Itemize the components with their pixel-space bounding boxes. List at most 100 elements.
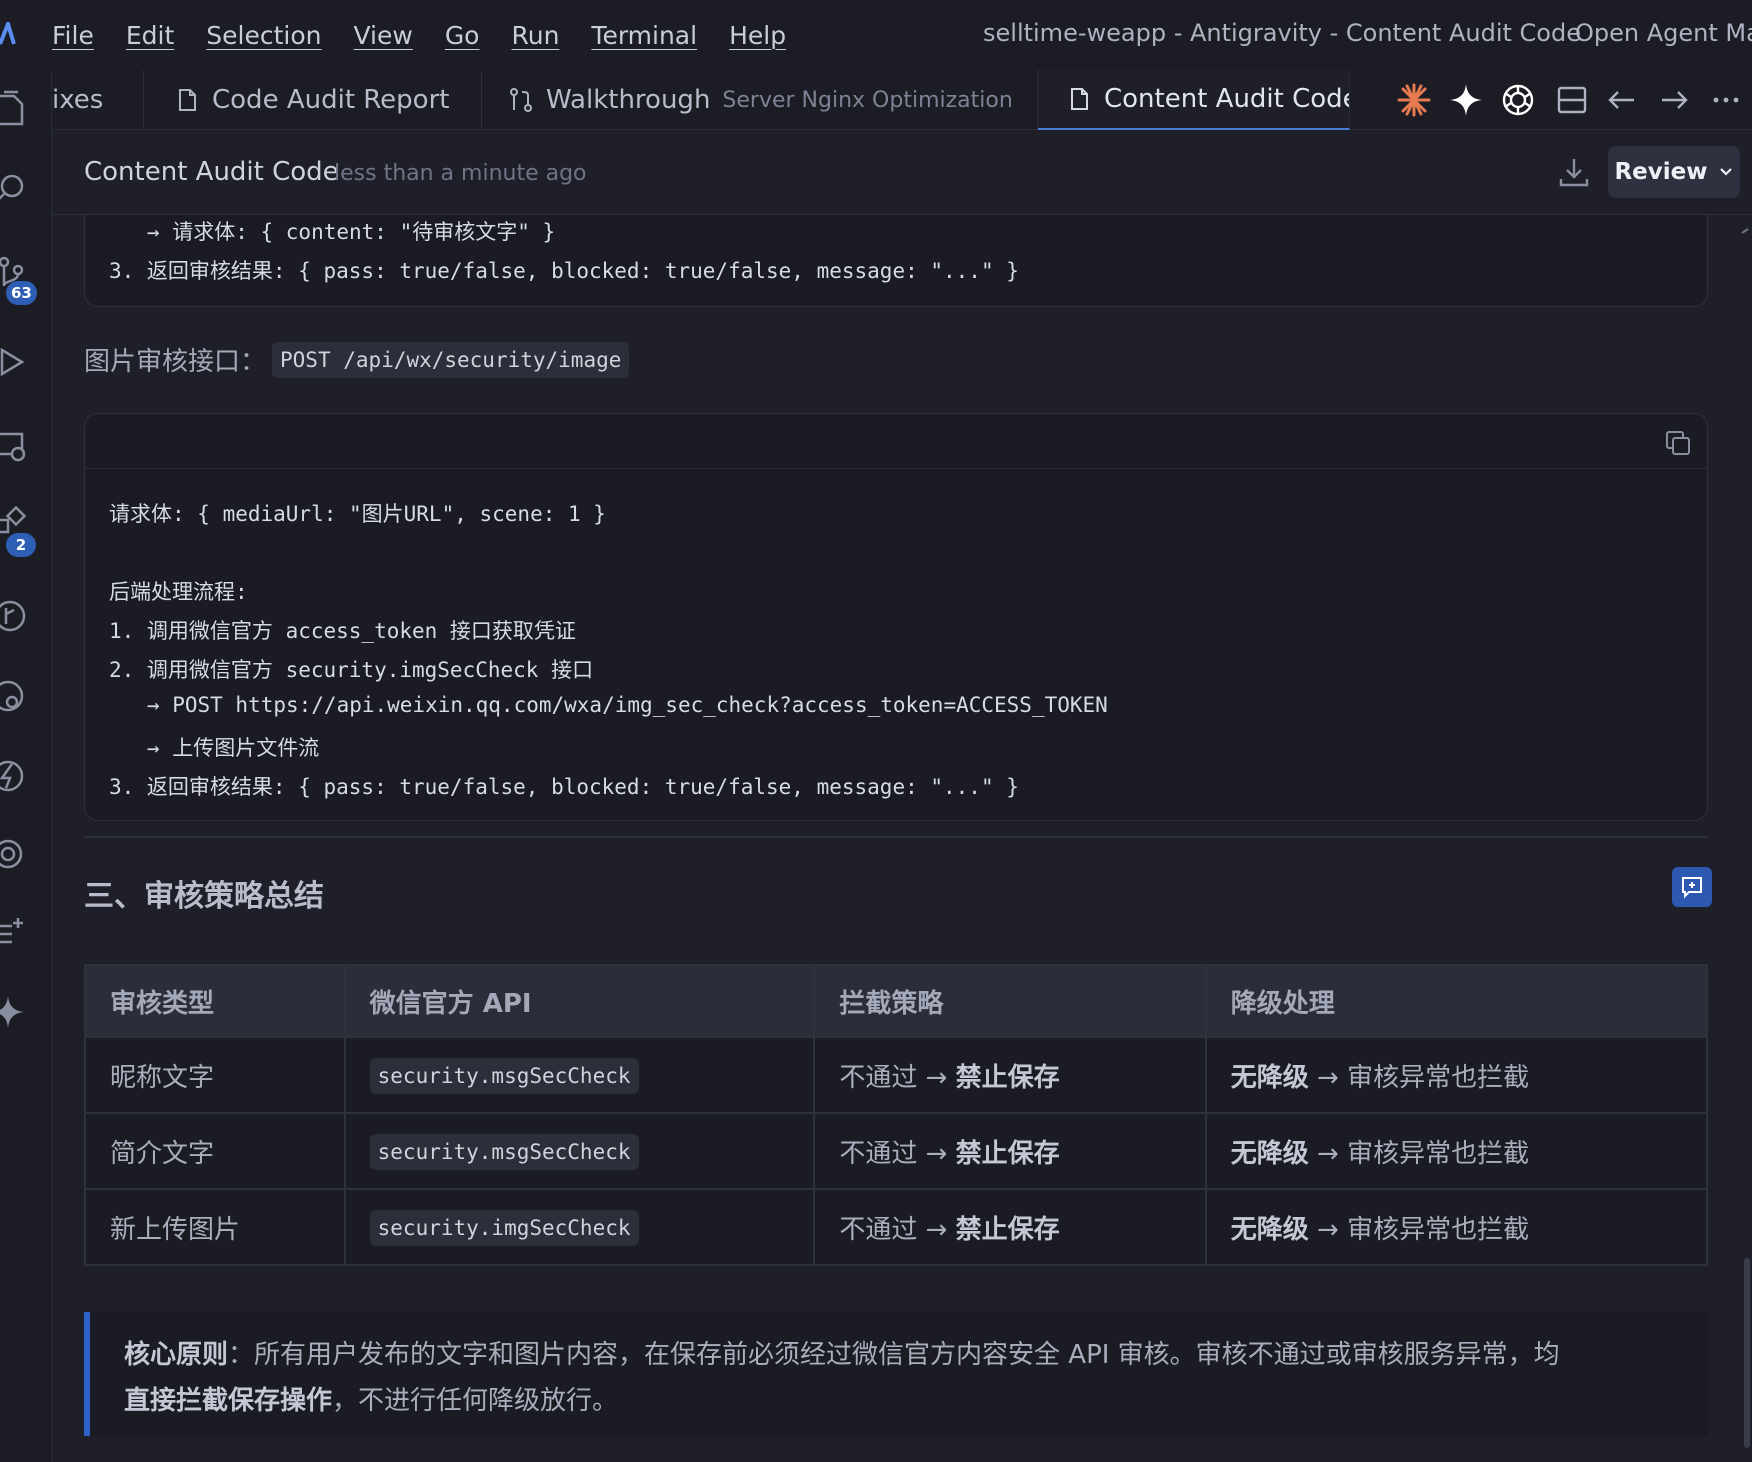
cell-fallback: 无降级 → 审核异常也拦截 <box>1204 1112 1709 1190</box>
lightning-icon[interactable] <box>0 756 30 796</box>
code-line: 1. 调用微信官方 access_token 接口获取凭证 <box>109 619 576 643</box>
document-content: → 请求体: { content: "待审核文字" } 3. 返回审核结果: {… <box>52 215 1752 1462</box>
cell-fallback: 无降级 → 审核异常也拦截 <box>1204 1188 1709 1266</box>
fallback-bold: 无降级 <box>1230 1062 1309 1093</box>
menu-selection[interactable]: Selection <box>206 21 321 50</box>
menu-terminal[interactable]: Terminal <box>591 21 697 50</box>
arrow-right-icon[interactable] <box>1656 82 1692 118</box>
scrollbar-thumb[interactable] <box>1744 1258 1750 1448</box>
gemini-sparkle-icon[interactable] <box>1448 82 1484 118</box>
chatgpt-icon[interactable] <box>0 834 30 874</box>
file-icon <box>1071 88 1088 110</box>
code-block-text-audit: → 请求体: { content: "待审核文字" } 3. 返回审核结果: {… <box>84 215 1708 307</box>
cell-audit-type: 昵称文字 <box>84 1036 346 1114</box>
extensions-badge: 2 <box>6 533 36 557</box>
api-inline-code: security.msgSecCheck <box>369 1134 639 1170</box>
menu-view[interactable]: View <box>353 21 412 50</box>
copy-icon[interactable] <box>1663 428 1693 458</box>
remote-explorer-icon[interactable] <box>0 426 30 466</box>
activity-bar: 63 2 <box>0 70 52 1462</box>
code-line: 请求体: { mediaUrl: "图片URL", scene: 1 } <box>109 502 606 526</box>
tab-walkthrough[interactable]: Walkthrough Server Nginx Optimization <box>482 70 1038 130</box>
tab-label: Walkthrough <box>546 85 711 115</box>
callout-text-1: ：所有用户发布的文字和图片内容，在保存前必须经过微信官方内容安全 API 审核。… <box>228 1340 1560 1370</box>
callout-bold-2: 直接拦截保存操作 <box>124 1386 333 1416</box>
openai-icon[interactable] <box>1500 82 1536 118</box>
split-editor-icon[interactable] <box>1554 82 1590 118</box>
callout-text: 核心原则：所有用户发布的文字和图片内容，在保存前必须经过微信官方内容安全 API… <box>124 1332 1684 1424</box>
fallback-text: → 审核异常也拦截 <box>1308 1214 1530 1245</box>
fallback-bold: 无降级 <box>1230 1214 1309 1245</box>
code-line: 3. 返回审核结果: { pass: true/false, blocked: … <box>109 775 1019 799</box>
menu-bar: File Edit Selection View Go Run Terminal… <box>0 0 1752 70</box>
file-icon <box>179 89 196 111</box>
code-line: → POST https://api.weixin.qq.com/wxa/img… <box>109 693 1108 717</box>
arrow-left-icon[interactable] <box>1604 82 1640 118</box>
gemini-icon[interactable] <box>0 992 30 1032</box>
cell-policy: 不通过 → 禁止保存 <box>813 1112 1207 1190</box>
policy-bold: 禁止保存 <box>955 1214 1060 1245</box>
menu-run[interactable]: Run <box>511 21 559 50</box>
tab-fixes[interactable]: ixes <box>52 70 144 130</box>
git-graph-icon[interactable] <box>0 596 30 636</box>
antigravity-logo-icon <box>0 22 16 45</box>
fallback-bold: 无降级 <box>1230 1138 1309 1169</box>
cell-audit-type: 新上传图片 <box>84 1188 346 1266</box>
code-line: → 上传图片文件流 <box>109 736 320 760</box>
tab-label: Code Audit Report <box>212 85 450 115</box>
tab-code-audit-report[interactable]: Code Audit Report <box>144 70 482 130</box>
table-row: 简介文字 security.msgSecCheck 不通过 → 禁止保存 无降级… <box>84 1112 1709 1190</box>
git-compare-icon <box>510 88 532 112</box>
cell-api: security.msgSecCheck <box>343 1112 816 1190</box>
policy-bold: 禁止保存 <box>955 1138 1060 1169</box>
more-actions-icon[interactable] <box>1708 82 1744 118</box>
table-row: 昵称文字 security.msgSecCheck 不通过 → 禁止保存 无降级… <box>84 1036 1709 1114</box>
code-line: → 请求体: { content: "待审核文字" } <box>109 220 556 244</box>
chevron-down-icon <box>1719 168 1732 176</box>
add-comment-button[interactable] <box>1672 867 1712 907</box>
comment-plus-icon <box>1682 877 1702 899</box>
review-button[interactable]: Review <box>1608 146 1740 198</box>
column-header: 审核类型 <box>84 964 346 1038</box>
open-agent-manager-button[interactable]: Open Agent Mar <box>1575 19 1752 47</box>
table-row: 新上传图片 security.imgSecCheck 不通过 → 禁止保存 无降… <box>84 1188 1709 1266</box>
code-line: 3. 返回审核结果: { pass: true/false, blocked: … <box>109 259 1019 283</box>
menu-help[interactable]: Help <box>729 21 786 50</box>
scroll-up-arrow-icon[interactable] <box>1740 226 1750 236</box>
search-icon[interactable] <box>0 170 30 210</box>
menu-file[interactable]: File <box>52 21 94 50</box>
cell-fallback: 无降级 → 审核异常也拦截 <box>1204 1036 1709 1114</box>
fallback-text: → 审核异常也拦截 <box>1308 1138 1530 1169</box>
cell-api: security.imgSecCheck <box>343 1188 816 1266</box>
audit-policy-table: 审核类型 微信官方 API 拦截策略 降级处理 昵称文字 security.ms… <box>84 964 1709 1266</box>
summary-heading: 三、审核策略总结 <box>84 879 324 914</box>
run-debug-icon[interactable] <box>0 342 30 382</box>
core-principle-callout: 核心原则：所有用户发布的文字和图片内容，在保存前必须经过微信官方内容安全 API… <box>84 1312 1708 1436</box>
cell-audit-type: 简介文字 <box>84 1112 346 1190</box>
api-inline-code: security.msgSecCheck <box>369 1058 639 1094</box>
callout-label: 核心原则 <box>124 1340 229 1370</box>
document-header: Content Audit Code less than a minute ag… <box>52 131 1752 215</box>
policy-text: 不通过 → <box>839 1062 956 1093</box>
code-block-divider <box>85 468 1707 469</box>
cell-api: security.msgSecCheck <box>343 1036 816 1114</box>
explorer-icon[interactable] <box>0 88 30 128</box>
claude-icon[interactable] <box>1396 82 1432 118</box>
download-icon[interactable] <box>1557 155 1591 189</box>
section-label-text: 图片审核接口： <box>84 347 267 377</box>
api-inline-code: security.imgSecCheck <box>369 1210 639 1246</box>
testing-icon[interactable] <box>0 676 30 716</box>
tab-description: Server Nginx Optimization <box>722 87 1013 113</box>
task-list-icon[interactable] <box>0 912 30 952</box>
cell-policy: 不通过 → 禁止保存 <box>813 1188 1207 1266</box>
endpoint-inline-code: POST /api/wx/security/image <box>272 341 630 378</box>
menu-go[interactable]: Go <box>445 21 480 50</box>
cell-policy: 不通过 → 禁止保存 <box>813 1036 1207 1114</box>
policy-text: 不通过 → <box>839 1214 956 1245</box>
window-title: selltime-weapp - Antigravity - Content A… <box>983 19 1581 47</box>
editor-tab-bar: ixes Code Audit Report Walkthrough Serve… <box>52 70 1752 130</box>
menu-edit[interactable]: Edit <box>126 21 174 50</box>
image-audit-endpoint-label: 图片审核接口： POST /api/wx/security/image <box>84 341 630 378</box>
document-title: Content Audit Code <box>84 157 339 187</box>
tab-content-audit-code[interactable]: Content Audit Code <box>1038 70 1350 130</box>
